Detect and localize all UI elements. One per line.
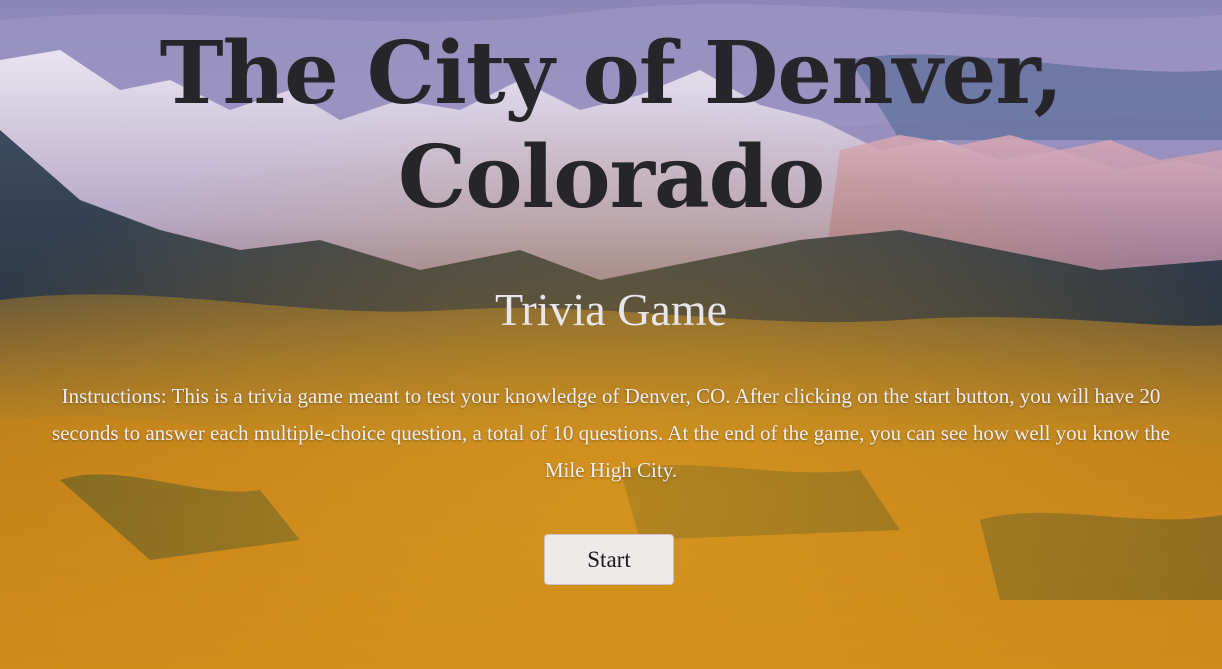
- page-subtitle: Trivia Game: [494, 284, 728, 335]
- instructions-text: Instructions: This is a trivia game mean…: [52, 384, 1170, 482]
- page-title: The City of Denver, Colorado: [0, 22, 1222, 230]
- title-line-1: The City of Denver,: [159, 23, 1064, 124]
- start-button[interactable]: Start: [544, 534, 674, 585]
- main-content: The City of Denver, Colorado Trivia Game…: [0, 0, 1222, 669]
- title-line-2: Colorado: [397, 127, 825, 228]
